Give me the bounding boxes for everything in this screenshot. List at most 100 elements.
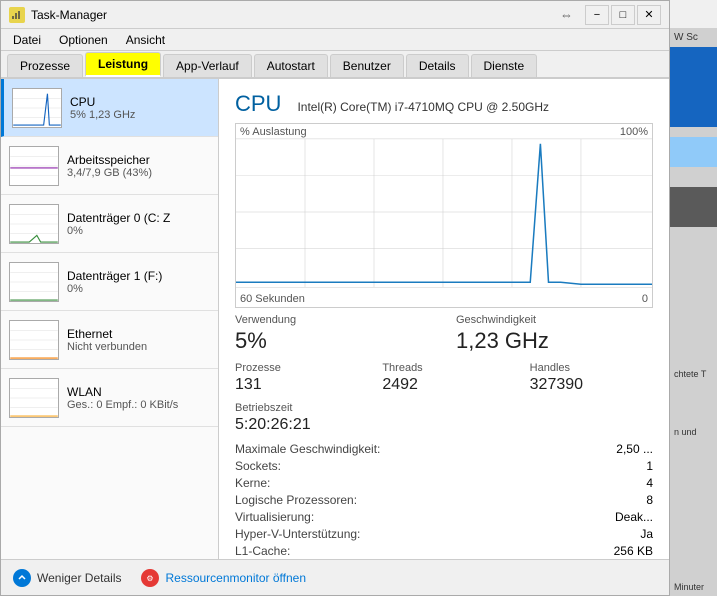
- menu-bar: Datei Optionen Ansicht: [1, 29, 669, 51]
- main-content: CPU 5% 1,23 GHz Arbeitsspeicher: [1, 79, 669, 559]
- resize-icon: ⇔: [560, 7, 573, 22]
- sidebar-item-wlan[interactable]: WLAN Ges.: 0 Empf.: 0 KBit/s: [1, 369, 218, 427]
- tab-app-verlauf[interactable]: App-Verlauf: [163, 54, 252, 77]
- stats-row-2: Prozesse 131 Threads 2492 Handles 327390: [235, 362, 653, 394]
- logische-val: 8: [646, 493, 653, 507]
- detail-subtitle: Intel(R) Core(TM) i7-4710MQ CPU @ 2.50GH…: [297, 100, 549, 114]
- disk0-sidebar-label: Datenträger 0 (C: Z: [67, 211, 170, 225]
- info-table: Maximale Geschwindigkeit: 2,50 ... Socke…: [235, 442, 653, 559]
- stat-verwendung: Verwendung 5%: [235, 314, 432, 354]
- right-panel-blue2: [670, 137, 717, 167]
- max-geschwindigkeit-key: Maximale Geschwindigkeit:: [235, 442, 380, 456]
- right-panel-blue: [670, 47, 717, 127]
- verwendung-label: Verwendung: [235, 314, 432, 326]
- ram-sidebar-info: Arbeitsspeicher 3,4/7,9 GB (43%): [67, 153, 152, 179]
- weniger-details-label: Weniger Details: [37, 571, 121, 585]
- ram-mini-graph: [9, 146, 59, 186]
- svg-text:⚙: ⚙: [147, 574, 154, 583]
- ressourcenmonitor-icon: ⚙: [141, 569, 159, 587]
- cpu-sidebar-value: 5% 1,23 GHz: [70, 109, 135, 121]
- ethernet-sidebar-value: Nicht verbunden: [67, 341, 147, 353]
- menu-ansicht[interactable]: Ansicht: [118, 31, 173, 49]
- menu-optionen[interactable]: Optionen: [51, 31, 116, 49]
- ethernet-mini-graph: [9, 320, 59, 360]
- disk0-sidebar-value: 0%: [67, 225, 170, 237]
- tab-leistung[interactable]: Leistung: [85, 52, 161, 77]
- cpu-mini-graph: [12, 88, 62, 128]
- sidebar-item-arbeitsspeicher[interactable]: Arbeitsspeicher 3,4/7,9 GB (43%): [1, 137, 218, 195]
- l1-val: 256 KB: [614, 544, 653, 558]
- minimize-button[interactable]: −: [585, 5, 609, 25]
- wlan-sidebar-label: WLAN: [67, 385, 178, 399]
- chart-bottom-left: 60 Sekunden: [240, 293, 305, 305]
- disk1-sidebar-value: 0%: [67, 283, 162, 295]
- weniger-details-button[interactable]: Weniger Details: [13, 569, 121, 587]
- stats-row-betriebszeit: Betriebszeit 5:20:26:21: [235, 402, 653, 434]
- right-panel-dark: [670, 187, 717, 227]
- sidebar-item-cpu[interactable]: CPU 5% 1,23 GHz: [1, 79, 218, 137]
- geschwindigkeit-value: 1,23 GHz: [456, 328, 653, 354]
- info-col-left: Maximale Geschwindigkeit: 2,50 ... Socke…: [235, 442, 653, 559]
- disk0-mini-graph: [9, 204, 59, 244]
- info-l1: L1-Cache: 256 KB: [235, 544, 653, 558]
- sidebar-item-ethernet[interactable]: Ethernet Nicht verbunden: [1, 311, 218, 369]
- stat-handles: Handles 327390: [530, 362, 653, 394]
- stat-betriebszeit: Betriebszeit 5:20:26:21: [235, 402, 653, 434]
- tab-details[interactable]: Details: [406, 54, 469, 77]
- detail-header: CPU Intel(R) Core(TM) i7-4710MQ CPU @ 2.…: [235, 91, 653, 117]
- geschwindigkeit-label: Geschwindigkeit: [456, 314, 653, 326]
- kerne-val: 4: [646, 476, 653, 490]
- stat-geschwindigkeit: Geschwindigkeit 1,23 GHz: [456, 314, 653, 354]
- wlan-mini-graph: [9, 378, 59, 418]
- tab-benutzer[interactable]: Benutzer: [330, 54, 404, 77]
- menu-datei[interactable]: Datei: [5, 31, 49, 49]
- wlan-sidebar-info: WLAN Ges.: 0 Empf.: 0 KBit/s: [67, 385, 178, 411]
- ethernet-sidebar-label: Ethernet: [67, 327, 147, 341]
- threads-label: Threads: [382, 362, 505, 374]
- hyperv-val: Ja: [640, 527, 653, 541]
- close-button[interactable]: ✕: [637, 5, 661, 25]
- app-icon: [9, 7, 25, 23]
- window-title: Task-Manager: [31, 8, 560, 22]
- stat-threads: Threads 2492: [382, 362, 505, 394]
- handles-value: 327390: [530, 376, 653, 394]
- stats-row-1: Verwendung 5% Geschwindigkeit 1,23 GHz: [235, 314, 653, 354]
- maximize-button[interactable]: □: [611, 5, 635, 25]
- ram-sidebar-value: 3,4/7,9 GB (43%): [67, 167, 152, 179]
- weniger-details-icon: [13, 569, 31, 587]
- ressourcenmonitor-button[interactable]: ⚙ Ressourcenmonitor öffnen: [141, 569, 306, 587]
- tab-prozesse[interactable]: Prozesse: [7, 54, 83, 77]
- ram-sidebar-label: Arbeitsspeicher: [67, 153, 152, 167]
- info-sockets: Sockets: 1: [235, 459, 653, 473]
- info-hyperv: Hyper-V-Unterstützung: Ja: [235, 527, 653, 541]
- disk0-sidebar-info: Datenträger 0 (C: Z 0%: [67, 211, 170, 237]
- threads-value: 2492: [382, 376, 505, 394]
- tab-autostart[interactable]: Autostart: [254, 54, 328, 77]
- verwendung-value: 5%: [235, 328, 432, 354]
- disk1-sidebar-label: Datenträger 1 (F:): [67, 269, 162, 283]
- cpu-sidebar-info: CPU 5% 1,23 GHz: [70, 95, 135, 121]
- l1-key: L1-Cache:: [235, 544, 290, 558]
- max-geschwindigkeit-val: 2,50 ...: [616, 442, 653, 456]
- handles-label: Handles: [530, 362, 653, 374]
- info-logische: Logische Prozessoren: 8: [235, 493, 653, 507]
- right-panel: W Sc chtete T n und Minuter: [670, 0, 717, 596]
- virtualisierung-val: Deak...: [615, 510, 653, 524]
- logische-key: Logische Prozessoren:: [235, 493, 357, 507]
- disk1-mini-graph: [9, 262, 59, 302]
- info-kerne: Kerne: 4: [235, 476, 653, 490]
- ethernet-sidebar-info: Ethernet Nicht verbunden: [67, 327, 147, 353]
- sidebar-item-disk1[interactable]: Datenträger 1 (F:) 0%: [1, 253, 218, 311]
- info-max-geschwindigkeit: Maximale Geschwindigkeit: 2,50 ...: [235, 442, 653, 456]
- kerne-key: Kerne:: [235, 476, 270, 490]
- sidebar: CPU 5% 1,23 GHz Arbeitsspeicher: [1, 79, 219, 559]
- prozesse-label: Prozesse: [235, 362, 358, 374]
- betriebszeit-label: Betriebszeit: [235, 402, 653, 414]
- sockets-key: Sockets:: [235, 459, 281, 473]
- hyperv-key: Hyper-V-Unterstützung:: [235, 527, 360, 541]
- sidebar-item-disk0[interactable]: Datenträger 0 (C: Z 0%: [1, 195, 218, 253]
- tab-dienste[interactable]: Dienste: [471, 54, 538, 77]
- chart-bottom-right: 0: [642, 293, 648, 305]
- chart-auslastung-label: % Auslastung: [240, 126, 307, 138]
- betriebszeit-value: 5:20:26:21: [235, 416, 653, 434]
